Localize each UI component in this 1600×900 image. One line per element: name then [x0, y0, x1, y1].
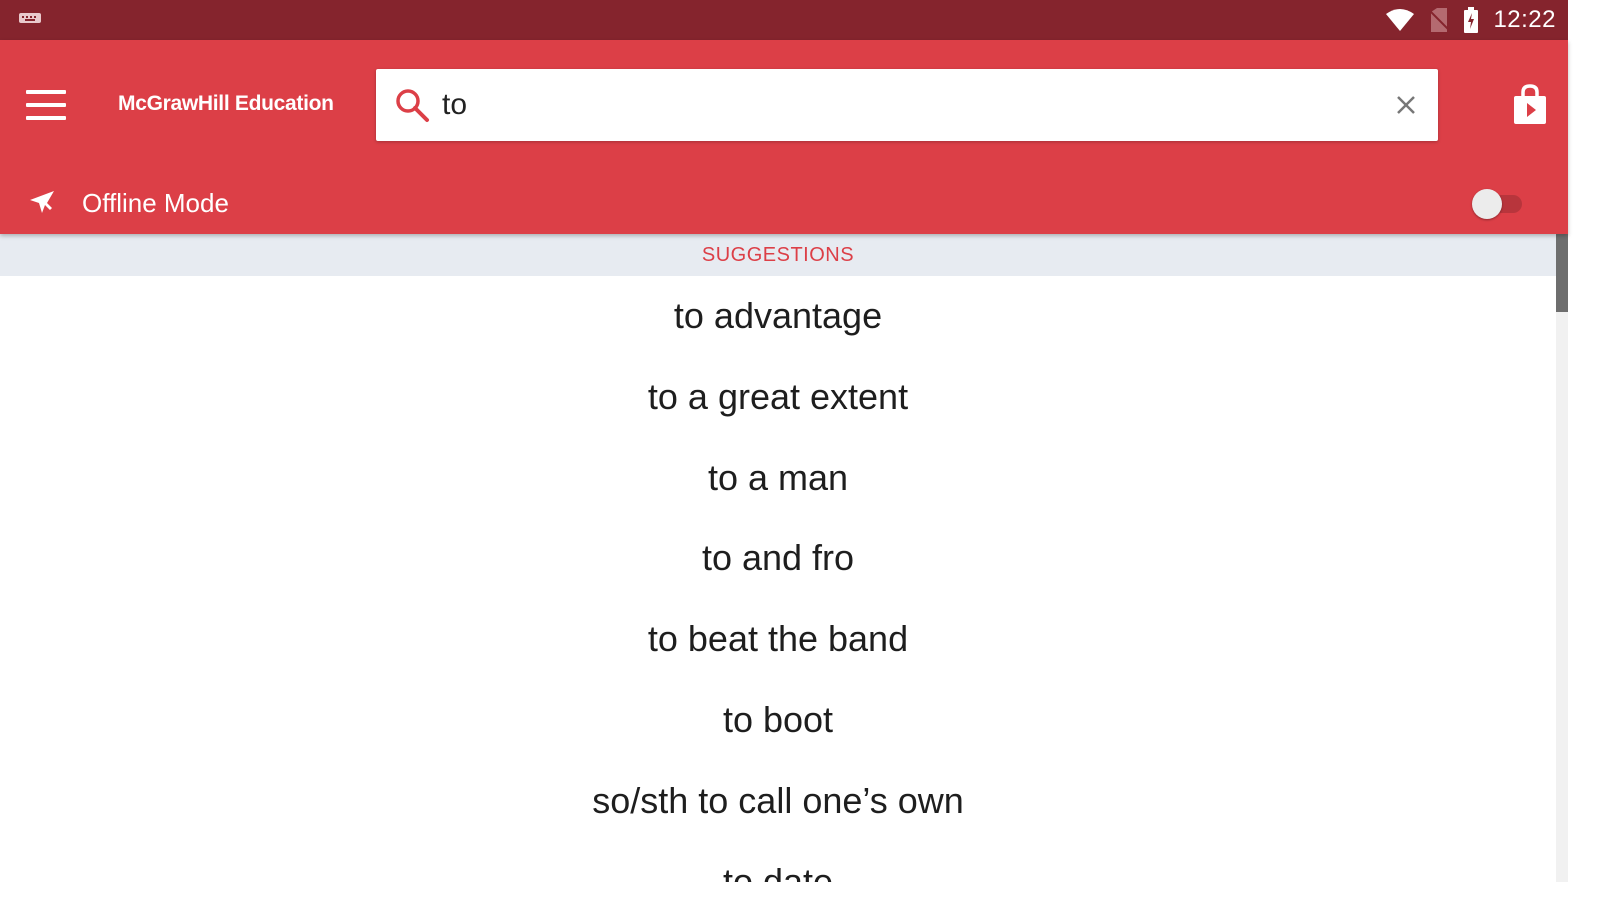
- brand-logo: McGrawHill Education: [118, 92, 334, 115]
- suggestion-item[interactable]: to a man: [0, 438, 1556, 519]
- scrollbar[interactable]: [1556, 234, 1568, 882]
- suggestion-item[interactable]: to boot: [0, 680, 1556, 761]
- close-icon[interactable]: [1392, 91, 1420, 119]
- toggle-thumb: [1472, 189, 1502, 219]
- shopping-bag-icon[interactable]: [1510, 84, 1550, 126]
- suggestion-item[interactable]: to and fro: [0, 518, 1556, 599]
- no-sim-icon: [1429, 8, 1450, 32]
- scrollbar-thumb[interactable]: [1556, 234, 1568, 312]
- search-box[interactable]: [376, 69, 1438, 141]
- keyboard-icon: [19, 13, 41, 23]
- status-bar: 12:22: [0, 0, 1568, 40]
- suggestion-item[interactable]: so/sth to call one’s own: [0, 761, 1556, 842]
- offline-mode-label: Offline Mode: [82, 188, 229, 218]
- hamburger-menu-icon[interactable]: [26, 90, 66, 120]
- airplane-icon: [30, 191, 54, 213]
- suggestions-header: SUGGESTIONS: [0, 234, 1556, 276]
- clock: 12:22: [1493, 6, 1556, 33]
- status-icons: 12:22: [1385, 0, 1556, 40]
- suggestion-item[interactable]: to a great extent: [0, 357, 1556, 438]
- search-input[interactable]: [442, 83, 1342, 127]
- suggestion-item[interactable]: to beat the band: [0, 599, 1556, 680]
- suggestion-item[interactable]: to date: [0, 842, 1556, 882]
- suggestion-item[interactable]: to advantage: [0, 276, 1556, 357]
- wifi-icon: [1386, 9, 1415, 31]
- search-icon: [396, 89, 429, 122]
- offline-mode-toggle[interactable]: [1472, 187, 1524, 219]
- battery-icon: [1464, 7, 1479, 33]
- suggestions-list: to advantage to a great extent to a man …: [0, 276, 1556, 882]
- app-bar: McGrawHill Education Offline Mode: [0, 40, 1568, 234]
- offline-mode-row: Offline Mode: [0, 178, 1568, 228]
